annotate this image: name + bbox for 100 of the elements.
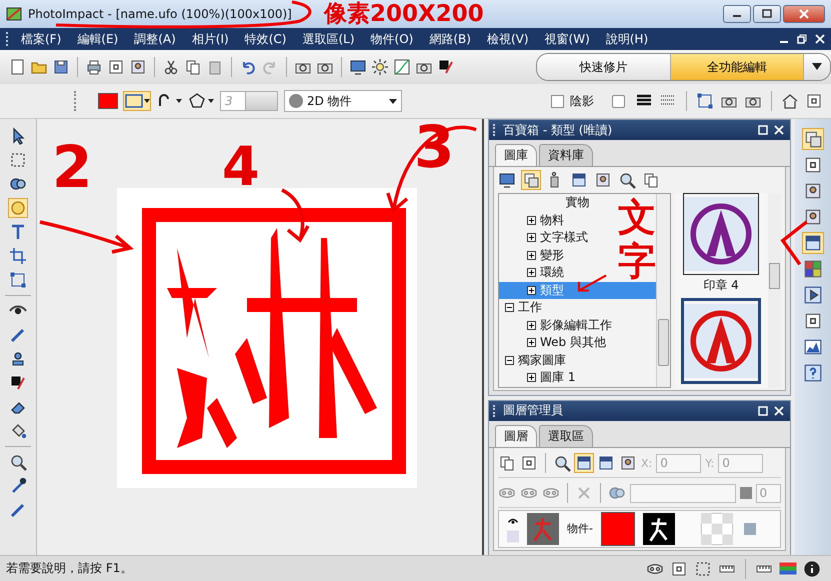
search-icon[interactable] — [553, 454, 571, 472]
panel-tab[interactable]: 圖層 — [495, 424, 537, 446]
histogram-icon[interactable] — [803, 337, 823, 357]
mode-tab[interactable]: 全功能編輯 — [670, 54, 804, 80]
house-icon[interactable] — [781, 92, 799, 110]
photo-icon[interactable] — [803, 207, 823, 227]
color-bars-icon[interactable] — [779, 560, 797, 578]
tree-item[interactable]: 圖庫 1 — [499, 369, 656, 386]
panel-icon[interactable] — [803, 233, 823, 253]
expander-icon[interactable] — [527, 338, 536, 348]
save-icon[interactable] — [52, 58, 70, 76]
dropdown-button[interactable] — [804, 54, 830, 80]
sun-icon[interactable] — [371, 58, 389, 76]
monitor-icon[interactable] — [498, 171, 516, 189]
scrollbar[interactable] — [768, 193, 781, 388]
dock-icon[interactable] — [758, 406, 768, 416]
layers-icon[interactable] — [522, 171, 540, 189]
path-tool-icon[interactable] — [9, 199, 27, 217]
y-label: Y: — [705, 456, 714, 470]
pen-icon[interactable] — [9, 326, 27, 344]
menu-item[interactable]: 物件(O) — [370, 30, 414, 48]
photo-icon[interactable] — [803, 181, 823, 201]
monitor-icon[interactable] — [349, 58, 367, 76]
menu-item[interactable]: 視窗(W) — [544, 30, 590, 48]
brush-icon[interactable] — [437, 58, 455, 76]
menu-item[interactable]: 相片(I) — [192, 30, 229, 48]
close-icon[interactable] — [774, 406, 784, 416]
shadow-checkbox[interactable] — [551, 94, 564, 108]
scrollbar[interactable] — [656, 194, 670, 386]
text-tool-icon[interactable] — [9, 223, 27, 241]
layer-row[interactable]: 物件- — [498, 510, 781, 548]
photo-icon[interactable] — [129, 58, 147, 76]
menu-item[interactable]: 檔案(F) — [21, 30, 62, 48]
close-icon[interactable] — [774, 125, 784, 135]
stamp-thumbnail[interactable] — [681, 298, 761, 384]
selection-icon[interactable] — [694, 560, 712, 578]
transform-icon[interactable] — [696, 92, 714, 110]
play-icon[interactable] — [803, 285, 823, 305]
photo-icon[interactable] — [619, 454, 637, 472]
tree-item[interactable]: 影像編輯工作 — [499, 316, 656, 334]
expander-icon[interactable] — [527, 250, 536, 260]
expander-icon[interactable] — [527, 268, 536, 278]
close-icon — [798, 9, 810, 19]
copy-icon[interactable] — [642, 171, 660, 189]
polygon-tool-icon[interactable] — [188, 92, 214, 110]
shadow-label: 陰影 — [570, 92, 594, 110]
mode-tab[interactable]: 快速修片 — [537, 54, 671, 80]
search-icon[interactable] — [618, 171, 636, 189]
copy-icon[interactable] — [184, 58, 202, 76]
object-mode-dropdown[interactable]: 2D 物件 — [284, 90, 402, 112]
layers-icon[interactable] — [803, 129, 823, 149]
close-icon[interactable] — [815, 34, 825, 44]
maximize-button[interactable] — [753, 5, 781, 23]
menu-item[interactable]: 編輯(E) — [77, 30, 118, 48]
expander-icon[interactable] — [527, 373, 536, 382]
curve-icon[interactable] — [393, 58, 411, 76]
crop-icon[interactable] — [9, 247, 27, 265]
scissors-icon[interactable] — [162, 58, 180, 76]
restore-icon[interactable] — [797, 34, 807, 44]
palette-icon[interactable] — [803, 259, 823, 279]
search-icon[interactable] — [9, 453, 27, 471]
menu-item[interactable]: 檢視(V) — [486, 30, 529, 48]
copy-icon[interactable] — [498, 454, 516, 472]
grip-handle[interactable] — [6, 32, 11, 46]
expander-icon[interactable] — [505, 303, 514, 312]
expander-icon[interactable] — [527, 286, 536, 295]
maximize-icon — [761, 9, 773, 19]
menu-item[interactable]: 調整(A) — [134, 30, 176, 48]
info-icon[interactable] — [803, 560, 821, 578]
printer-icon[interactable] — [85, 58, 103, 76]
tree-item[interactable]: Web 與其他 — [499, 334, 656, 352]
panel-title: 百寶箱 - 類型 (唯讀) — [503, 122, 614, 138]
help-icon[interactable] — [803, 363, 823, 383]
minimize-button[interactable] — [723, 5, 751, 23]
brush-icon[interactable] — [9, 374, 27, 392]
grip-handle[interactable] — [74, 91, 78, 111]
tree-item[interactable]: 獨家圖庫 — [499, 352, 656, 369]
expander-icon[interactable] — [527, 320, 536, 330]
panel-tab[interactable]: 選取區 — [539, 424, 593, 446]
menu-item[interactable]: 特效(C) — [244, 30, 286, 48]
menu-item[interactable]: 網路(B) — [429, 30, 471, 48]
dock-icon[interactable] — [758, 125, 768, 135]
transform-icon[interactable] — [9, 271, 27, 289]
color-swatch[interactable] — [98, 93, 118, 109]
stamp-thumbnail[interactable] — [683, 193, 759, 275]
expander-icon[interactable] — [527, 233, 536, 242]
shadow-options-icon[interactable] — [612, 94, 625, 108]
expander-icon[interactable] — [505, 356, 514, 365]
close-button[interactable] — [783, 5, 825, 23]
panel-tab[interactable]: 圖庫 — [495, 144, 537, 166]
panel-icon[interactable] — [575, 454, 593, 472]
selection-icon[interactable] — [9, 151, 27, 169]
menu-item[interactable]: 說明(H) — [606, 30, 648, 48]
expander-icon[interactable] — [527, 216, 536, 225]
menu-item[interactable]: 選取區(L) — [302, 30, 355, 48]
tree-item[interactable]: 工作 — [499, 299, 656, 316]
rectangle-tool-icon[interactable] — [124, 92, 150, 110]
photo-icon[interactable] — [594, 171, 612, 189]
pen-icon[interactable] — [9, 501, 27, 519]
panel-tab[interactable]: 資料庫 — [539, 144, 593, 166]
